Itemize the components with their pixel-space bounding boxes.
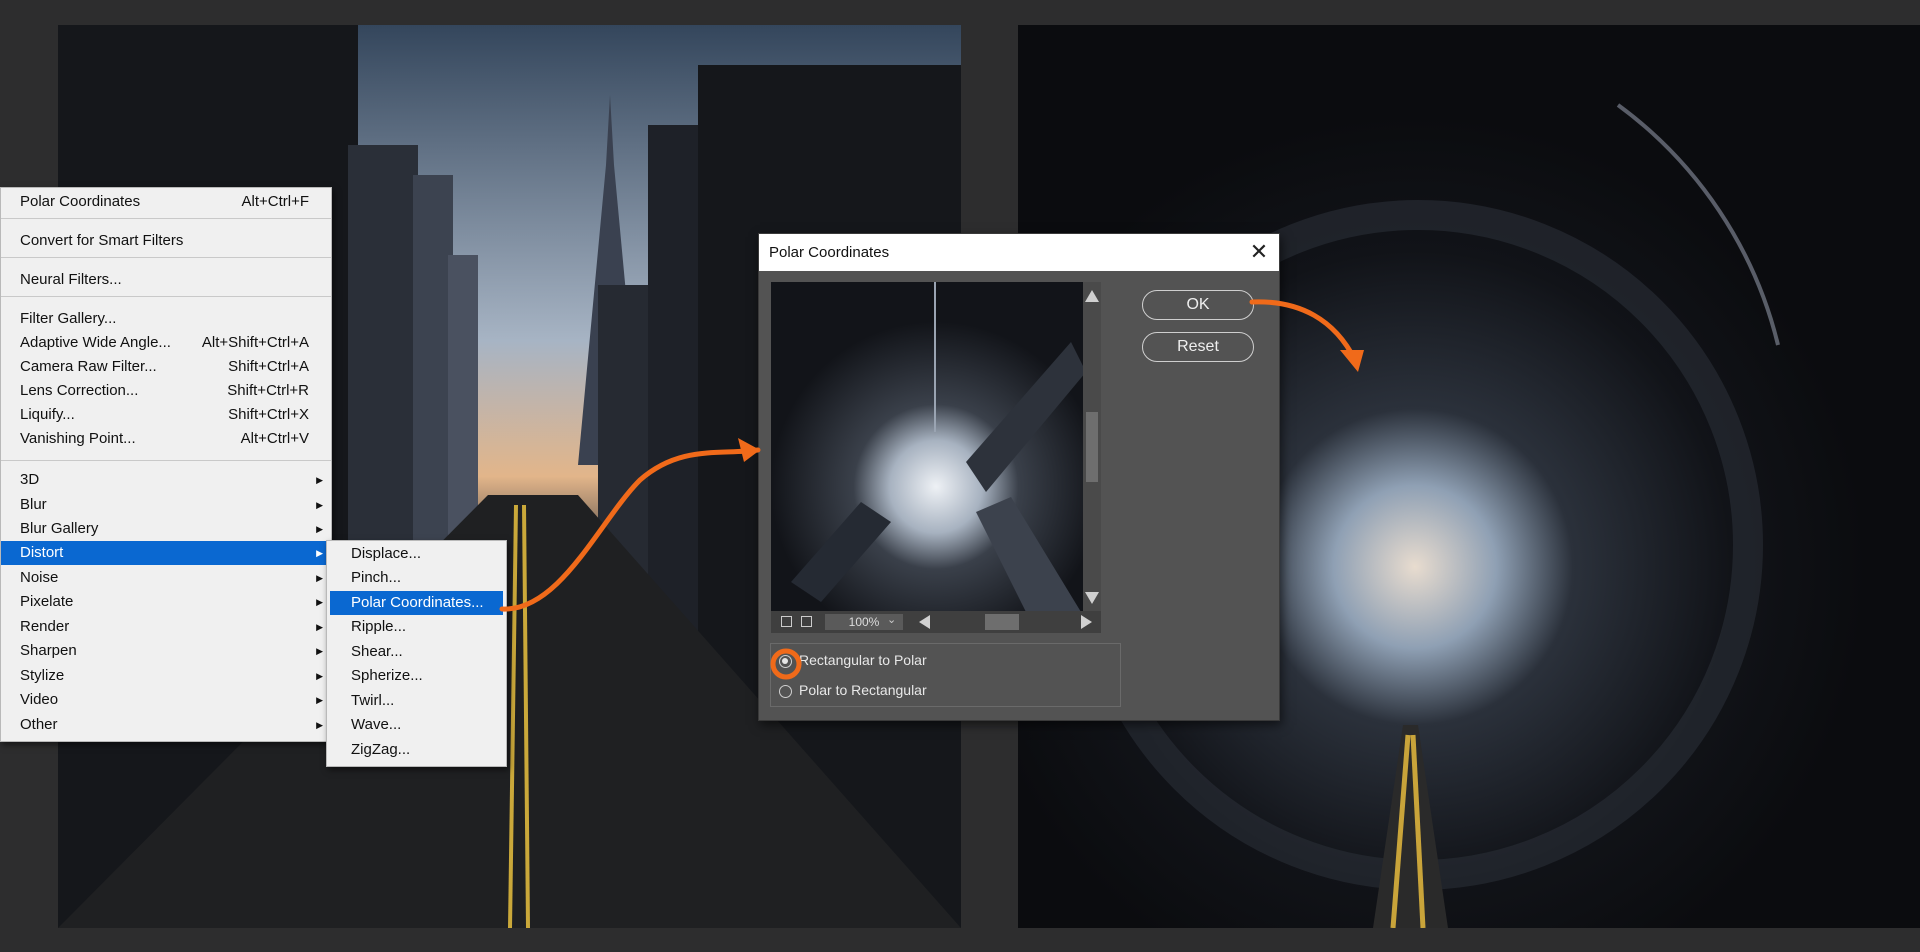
menu-item-noise[interactable]: Noise ▶ [1,566,331,590]
preview-toolbar: 100% ⌄ [771,611,1101,633]
filter-menu: Polar Coordinates Alt+Ctrl+F Convert for … [0,187,332,742]
chevron-right-icon: ▶ [316,671,323,681]
submenu-item-zigzag[interactable]: ZigZag... [327,738,506,762]
menu-item-liquify[interactable]: Liquify... Shift+Ctrl+X [1,403,331,427]
radio-polar-to-rectangular[interactable] [779,684,792,698]
menu-item-camera-raw-filter[interactable]: Camera Raw Filter... Shift+Ctrl+A [1,355,331,379]
horizontal-scrollbar-thumb[interactable] [985,614,1019,630]
polar-coordinates-dialog: Polar Coordinates ✕ 100% ⌄ OK Reset Rect… [758,233,1280,721]
submenu-item-shear[interactable]: Shear... [327,640,506,664]
chevron-right-icon: ▶ [316,475,323,485]
submenu-item-spherize[interactable]: Spherize... [327,664,506,688]
chevron-right-icon: ▶ [316,524,323,534]
menu-item-other[interactable]: Other ▶ [1,713,331,737]
menu-item-filter-gallery[interactable]: Filter Gallery... [1,307,331,331]
chevron-right-icon: ▶ [316,597,323,607]
distort-submenu: Displace... Pinch... Polar Coordinates..… [326,540,507,767]
menu-item-pixelate[interactable]: Pixelate ▶ [1,590,331,614]
menu-item-video[interactable]: Video ▶ [1,688,331,712]
menu-item-sharpen[interactable]: Sharpen ▶ [1,639,331,663]
menu-item-neural-filters[interactable]: Neural Filters... [1,268,331,292]
reset-button[interactable]: Reset [1142,332,1254,362]
conversion-options: Rectangular to Polar Polar to Rectangula… [770,643,1121,707]
menu-item-render[interactable]: Render ▶ [1,615,331,639]
option-rectangular-to-polar[interactable]: Rectangular to Polar [779,652,927,668]
close-icon[interactable]: ✕ [1247,240,1271,264]
submenu-item-wave[interactable]: Wave... [327,713,506,737]
chevron-right-icon: ▶ [316,622,323,632]
menu-item-blur[interactable]: Blur ▶ [1,493,331,517]
submenu-item-twirl[interactable]: Twirl... [327,689,506,713]
dialog-title: Polar Coordinates [759,234,1279,271]
chevron-right-icon: ▶ [316,720,323,730]
submenu-item-displace[interactable]: Displace... [327,542,506,566]
menu-item-blur-gallery[interactable]: Blur Gallery ▶ [1,517,331,541]
preview-area[interactable] [771,282,1101,627]
zoom-out-icon[interactable] [781,616,792,627]
menu-item-3d[interactable]: 3D ▶ [1,468,331,492]
chevron-right-icon: ▶ [316,573,323,583]
submenu-item-polar-coordinates[interactable]: Polar Coordinates... [330,591,503,615]
menu-item-distort[interactable]: Distort ▶ [1,541,331,565]
radio-rectangular-to-polar[interactable] [779,654,792,668]
submenu-item-pinch[interactable]: Pinch... [327,566,506,590]
scroll-left-icon[interactable] [919,615,930,629]
menu-item-lens-correction[interactable]: Lens Correction... Shift+Ctrl+R [1,379,331,403]
option-polar-to-rectangular[interactable]: Polar to Rectangular [779,682,927,698]
zoom-in-icon[interactable] [801,616,812,627]
submenu-item-ripple[interactable]: Ripple... [327,615,506,639]
chevron-right-icon: ▶ [316,646,323,656]
menu-item-adaptive-wide-angle[interactable]: Adaptive Wide Angle... Alt+Shift+Ctrl+A [1,331,331,355]
menu-item-last-filter[interactable]: Polar Coordinates Alt+Ctrl+F [1,190,331,214]
chevron-down-icon[interactable]: ⌄ [887,613,896,626]
scroll-right-icon[interactable] [1081,615,1092,629]
menu-item-convert-smart-filters[interactable]: Convert for Smart Filters [1,229,331,253]
chevron-right-icon: ▶ [316,500,323,510]
menu-item-stylize[interactable]: Stylize ▶ [1,664,331,688]
menu-item-vanishing-point[interactable]: Vanishing Point... Alt+Ctrl+V [1,427,331,451]
ok-button[interactable]: OK [1142,290,1254,320]
chevron-right-icon: ▶ [316,695,323,705]
chevron-right-icon: ▶ [316,548,323,558]
